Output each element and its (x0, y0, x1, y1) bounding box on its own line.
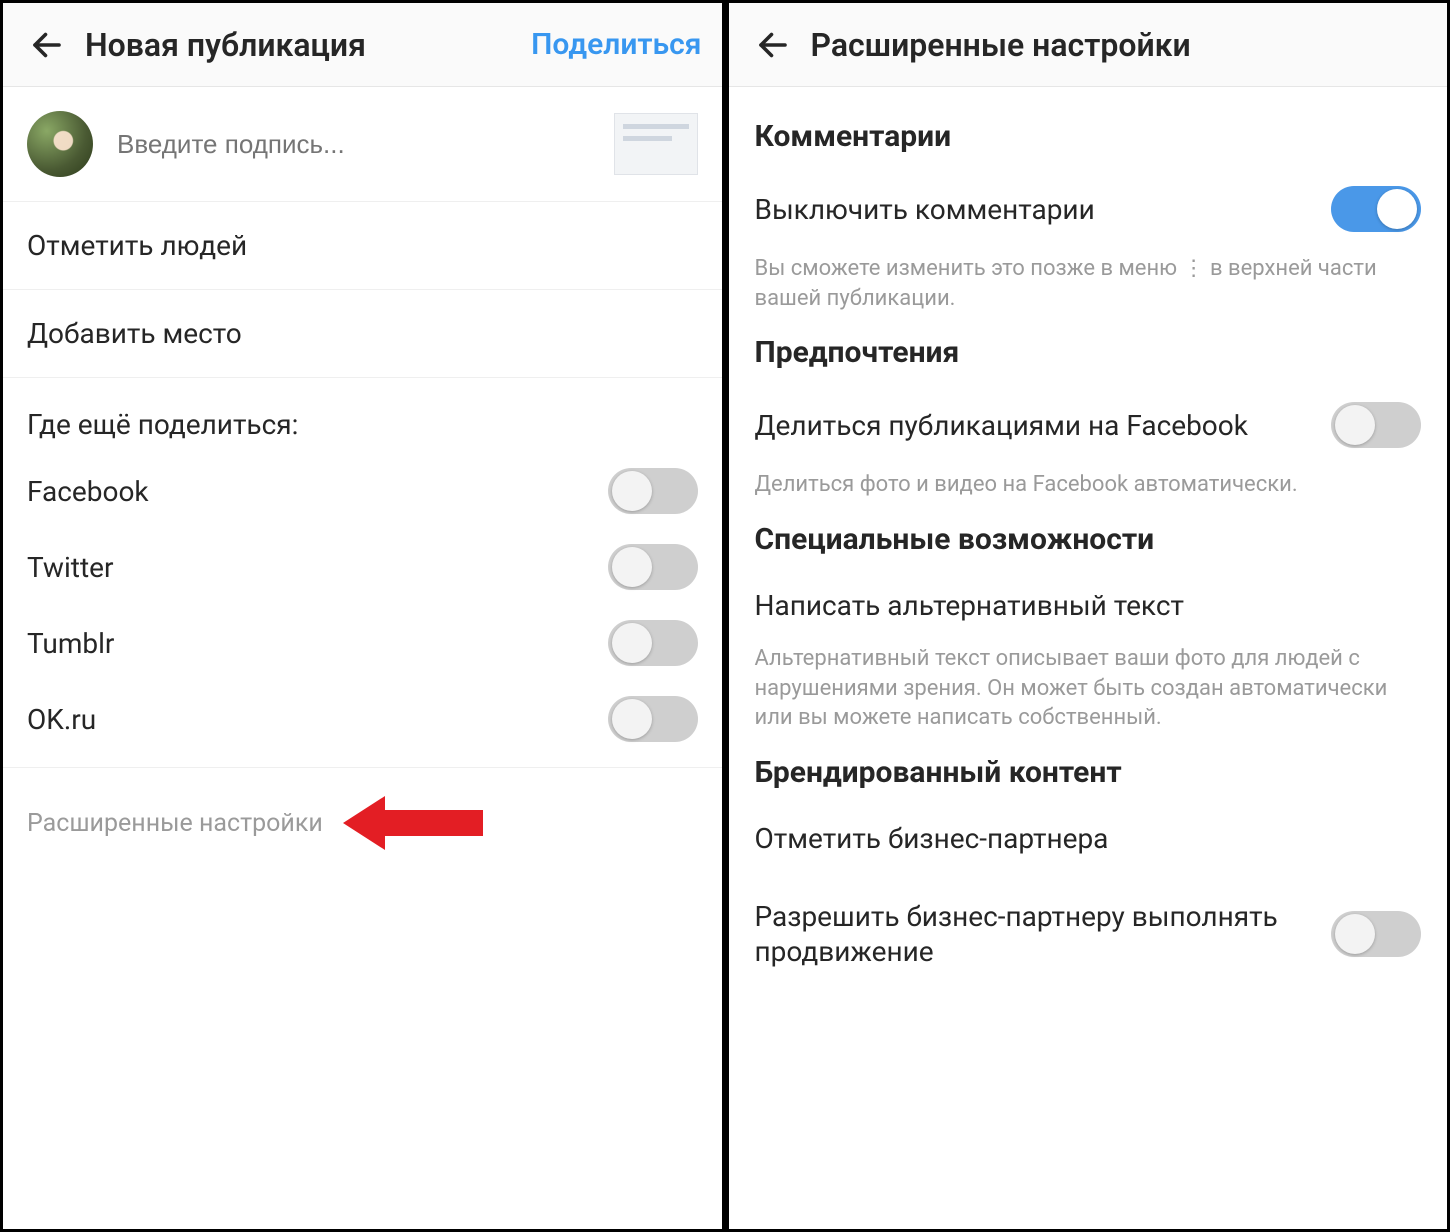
share-label: Tumblr (27, 627, 114, 660)
accessibility-desc: Альтернативный текст описывает ваши фото… (755, 644, 1422, 737)
toggle-okru[interactable] (608, 696, 698, 742)
screen-advanced-settings: Расширенные настройки Комментарии Выключ… (729, 3, 1448, 1229)
allow-partner-promote-label: Разрешить бизнес-партнеру выполнять прод… (755, 899, 1332, 969)
write-alt-text-label: Написать альтернативный текст (755, 589, 1184, 622)
tag-business-partner-label: Отметить бизнес-партнера (755, 822, 1109, 855)
toggle-allow-partner-promote[interactable] (1331, 911, 1421, 957)
avatar (27, 111, 93, 177)
share-label: Twitter (27, 551, 113, 584)
back-icon[interactable] (23, 21, 71, 69)
pointer-arrow-icon (343, 792, 483, 854)
share-button[interactable]: Поделиться (531, 27, 701, 62)
section-title-preferences: Предпочтения (755, 317, 1422, 380)
row-allow-partner-promote: Разрешить бизнес-партнеру выполнять прод… (755, 877, 1422, 991)
row-share-facebook: Делиться публикациями на Facebook (755, 380, 1422, 470)
share-facebook-label: Делиться публикациями на Facebook (755, 408, 1268, 443)
row-write-alt-text[interactable]: Написать альтернативный текст (755, 567, 1422, 644)
header: Расширенные настройки (729, 3, 1448, 87)
settings-body: Комментарии Выключить комментарии Вы смо… (729, 87, 1448, 991)
share-row-facebook: Facebook (3, 453, 722, 529)
toggle-tumblr[interactable] (608, 620, 698, 666)
add-location-row[interactable]: Добавить место (3, 290, 722, 378)
toggle-disable-comments[interactable] (1331, 186, 1421, 232)
preferences-desc: Делиться фото и видео на Facebook автома… (755, 470, 1422, 504)
disable-comments-label: Выключить комментарии (755, 192, 1115, 227)
toggle-facebook[interactable] (608, 468, 698, 514)
section-title-comments: Комментарии (755, 101, 1422, 164)
add-location-label: Добавить место (27, 317, 242, 350)
share-row-twitter: Twitter (3, 529, 722, 605)
comments-desc: Вы сможете изменить это позже в меню ⋮ в… (755, 254, 1422, 317)
share-label: OK.ru (27, 703, 96, 736)
share-row-okru: OK.ru (3, 681, 722, 757)
tag-people-row[interactable]: Отметить людей (3, 202, 722, 290)
share-also-section: Где ещё поделиться: Facebook Twitter Tum… (3, 378, 722, 768)
section-title-branded: Брендированный контент (755, 737, 1422, 800)
screens-divider (722, 3, 729, 1229)
row-tag-business-partner[interactable]: Отметить бизнес-партнера (755, 800, 1422, 877)
screen-new-post: Новая публикация Поделиться Отметить люд… (3, 3, 722, 1229)
toggle-share-facebook[interactable] (1331, 402, 1421, 448)
share-also-label: Где ещё поделиться: (3, 378, 722, 453)
media-thumbnail[interactable] (614, 113, 698, 175)
back-icon[interactable] (749, 21, 797, 69)
share-row-tumblr: Tumblr (3, 605, 722, 681)
toggle-twitter[interactable] (608, 544, 698, 590)
section-title-accessibility: Специальные возможности (755, 504, 1422, 567)
tag-people-label: Отметить людей (27, 229, 247, 262)
advanced-settings-label: Расширенные настройки (27, 809, 323, 838)
share-label: Facebook (27, 475, 149, 508)
caption-row (3, 87, 722, 202)
page-title: Новая публикация (85, 26, 531, 64)
page-title: Расширенные настройки (811, 26, 1428, 64)
header: Новая публикация Поделиться (3, 3, 722, 87)
caption-input[interactable] (117, 129, 614, 160)
row-disable-comments: Выключить комментарии (755, 164, 1422, 254)
advanced-settings-row[interactable]: Расширенные настройки (3, 768, 722, 878)
